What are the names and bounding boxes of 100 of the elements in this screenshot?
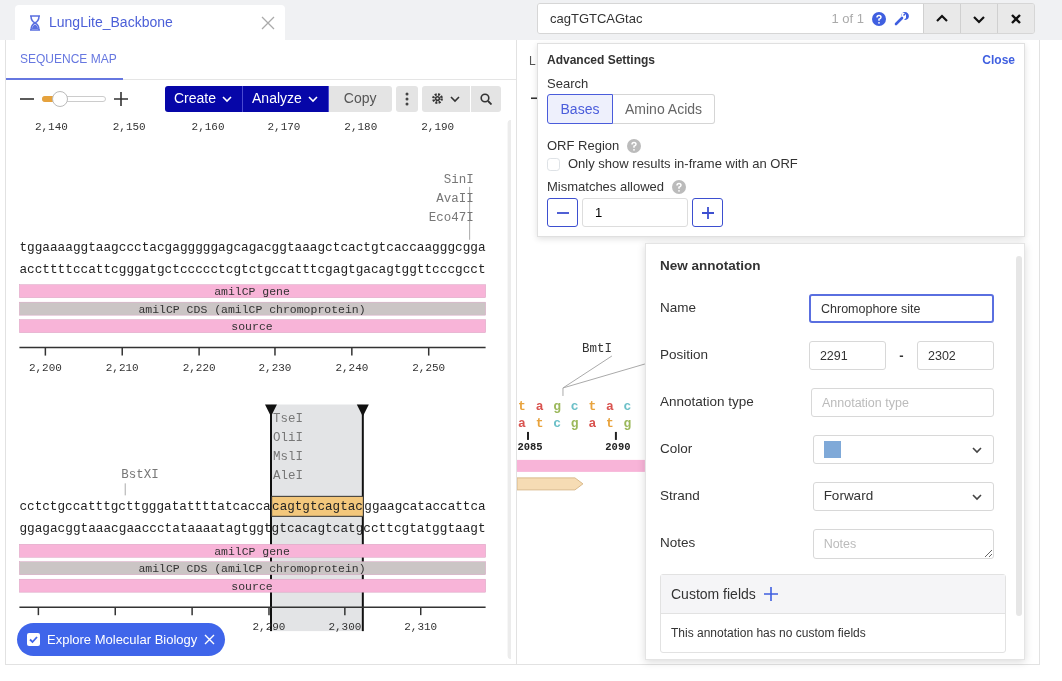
help-icon[interactable]: [872, 11, 886, 26]
tick-mark: [526, 430, 529, 441]
base-letter: t: [517, 398, 526, 414]
slider-thumb[interactable]: [51, 90, 68, 107]
mismatch-field[interactable]: 1: [582, 198, 688, 227]
menu-button[interactable]: Analyze: [243, 85, 329, 112]
card-title: Custom fields: [671, 584, 756, 604]
ruler-label: 2,240: [335, 361, 369, 374]
zoom-slider[interactable]: [42, 90, 106, 107]
feature-bar[interactable]: amilCP gene: [19, 543, 486, 558]
text-field[interactable]: Annotation type: [811, 388, 994, 417]
base-letter: t: [587, 398, 596, 414]
gear-icon: [430, 92, 444, 106]
mode-tab[interactable]: Amino Acids: [613, 94, 716, 124]
menu-button[interactable]: Create: [165, 85, 244, 112]
ruler-label: 2,180: [344, 120, 378, 133]
panel-title: New annotation: [660, 257, 762, 275]
section-label: Mismatches allowed: [547, 179, 665, 195]
checkbox[interactable]: [547, 157, 560, 171]
base-letter: a: [517, 415, 526, 431]
field-label: Position: [660, 346, 710, 365]
search-button[interactable]: [469, 85, 501, 112]
ruler-label: 2,190: [421, 120, 455, 133]
base-letter: g: [623, 415, 631, 431]
selected-bases[interactable]: cagtgtcagtac: [271, 495, 366, 517]
base-letter: t: [605, 415, 614, 431]
position-field[interactable]: 2291: [808, 341, 886, 370]
field-label: Name: [660, 299, 697, 318]
ruler-label: 2085: [516, 440, 543, 453]
base-letter: t: [535, 415, 543, 431]
sequence-strand: accttttccattcgggatgctccccctcgtctgccatttcgagtgacagtggttcccgcct: [19, 261, 495, 277]
mode-tab[interactable]: Bases: [547, 94, 613, 124]
close-link[interactable]: Close: [982, 52, 1015, 68]
feature-bar[interactable]: amilCP gene: [19, 284, 486, 299]
feature-bar[interactable]: source: [19, 578, 486, 593]
explore-button[interactable]: Explore Molecular Biology: [17, 623, 226, 656]
empty-message: This annotation has no custom fields: [671, 625, 866, 642]
enzyme-label[interactable]: TseI: [273, 412, 303, 427]
ruler-label: 2,300: [328, 621, 362, 634]
base-letter: a: [587, 415, 596, 431]
zoom-in-icon[interactable]: [114, 91, 128, 106]
tick-mark: [614, 430, 617, 441]
text-field[interactable]: Chromophore site: [809, 294, 994, 323]
ruler-label: 2,160: [191, 120, 225, 133]
copy-button[interactable]: Copy: [328, 85, 392, 112]
color-select[interactable]: [812, 435, 994, 464]
sequence-strand: ggaagcataccattca: [364, 499, 489, 515]
decrement-button[interactable]: [547, 198, 578, 227]
ruler-label: 2,210: [105, 361, 139, 374]
field-label: Color: [660, 440, 694, 459]
section-label: Search: [547, 76, 590, 92]
tab-label[interactable]: L: [528, 54, 536, 69]
enzyme-label[interactable]: BmtI: [581, 342, 612, 356]
leader-line: [469, 186, 471, 241]
search-icon: [479, 92, 492, 105]
down-button[interactable]: [960, 4, 997, 33]
plus-icon: [701, 206, 714, 219]
checkbox-label: Only show results in-frame with an ORF: [568, 156, 798, 172]
range-separator: -: [898, 346, 905, 365]
base-letter: g: [570, 415, 579, 431]
strand-select[interactable]: Forward: [812, 482, 994, 511]
base-letter: a: [535, 398, 543, 414]
close-icon: [204, 634, 216, 645]
ruler-label: 2,310: [404, 621, 438, 634]
enzyme-label[interactable]: OliI: [273, 431, 303, 446]
section-label: ORF Region: [547, 138, 620, 154]
view-tab[interactable]: SEQUENCE MAP: [6, 40, 123, 80]
enzyme-label[interactable]: BstXI: [121, 468, 159, 483]
feature-bar[interactable]: source: [19, 319, 486, 334]
ruler-label: 2,230: [258, 361, 292, 374]
base-letter: c: [623, 398, 631, 414]
hourglass-icon: [29, 14, 41, 31]
position-field[interactable]: 2302: [917, 341, 994, 370]
enzyme-label[interactable]: MslI: [273, 450, 303, 465]
ruler-label: 2,170: [267, 120, 301, 133]
settings-button[interactable]: [421, 85, 470, 112]
base-letter: c: [570, 398, 579, 414]
add-icon[interactable]: [763, 587, 778, 601]
feature-bar[interactable]: amilCP CDS (amilCP chromoprotein): [19, 561, 486, 576]
feature-bar[interactable]: amilCP CDS (amilCP chromoprotein): [19, 301, 486, 316]
leader-line: [124, 482, 126, 496]
up-button[interactable]: [923, 4, 960, 33]
ruler-label: 2,200: [28, 361, 62, 374]
wrench-icon[interactable]: [894, 11, 909, 26]
ruler-label: 2,220: [182, 361, 216, 374]
increment-button[interactable]: [692, 198, 723, 227]
field-label: Notes: [660, 534, 697, 553]
popup-title: Advanced Settings: [547, 52, 656, 68]
field-label: Annotation type: [660, 393, 755, 412]
enzyme-label[interactable]: SinI: [443, 172, 474, 187]
base-letter: g: [552, 398, 561, 414]
close-button[interactable]: [997, 4, 1034, 33]
ruler-label: 2,250: [412, 361, 446, 374]
match-count: 1 of 1: [831, 9, 864, 28]
ruler-label: 2,140: [34, 120, 68, 133]
enzyme-label[interactable]: AleI: [273, 469, 303, 484]
ruler-label: 2090: [604, 440, 630, 453]
field-label: Strand: [660, 487, 701, 506]
ruler-label: 2,150: [112, 120, 146, 133]
notes-field[interactable]: Notes: [812, 528, 994, 559]
